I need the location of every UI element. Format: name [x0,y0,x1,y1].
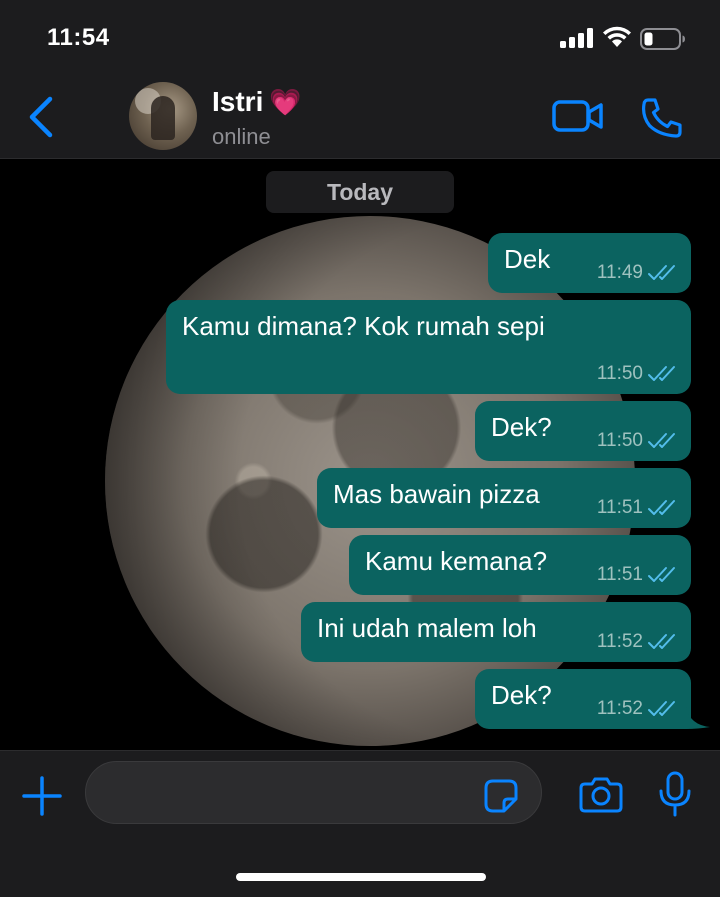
home-indicator [236,873,486,881]
message-time: 11:52 [596,698,643,719]
status-time: 11:54 [47,24,110,51]
message-input[interactable] [85,761,542,824]
message-meta: 11:50 [597,430,681,452]
contact-status: online [212,124,271,149]
input-bar [0,750,720,897]
message-time: 11:50 [596,363,643,384]
wifi-icon [603,26,631,47]
chat-header: Istri 💗 online [0,72,720,159]
bubble-tail [686,707,710,729]
contact-name-label: Istri [212,86,264,117]
message-bubble[interactable]: Kamu dimana? Kok rumah sepi 11:50 [166,300,691,394]
message-meta: 11:52 [597,698,681,720]
chat-area[interactable]: Today Dek 11:49 Kamu dimana? Kok rumah s… [0,159,720,750]
battery-icon [640,28,685,50]
plus-icon[interactable] [22,776,62,816]
message-time: 11:52 [596,631,643,652]
heart-emoji: 💗 [269,87,302,117]
message-text: Dek? [491,412,552,442]
message-meta: 11:52 [597,631,681,653]
date-separator: Today [266,171,454,213]
message-bubble[interactable]: Dek 11:49 [488,233,691,293]
sticker-icon[interactable] [483,778,519,814]
status-bar: 11:54 [0,0,720,72]
message-time: 11:51 [596,564,643,585]
message-text: Ini udah malem loh [317,613,537,643]
message-bubble[interactable]: Dek? 11:50 [475,401,691,461]
contact-name[interactable]: Istri 💗 [212,86,302,118]
message-bubble[interactable]: Kamu kemana? 11:51 [349,535,691,595]
read-ticks-icon [648,701,675,716]
message-bubble[interactable]: Dek? 11:52 [475,669,691,729]
read-ticks-icon [648,567,675,582]
message-meta: 11:49 [597,262,681,284]
cellular-signal-icon [560,28,594,48]
message-bubble[interactable]: Mas bawain pizza 11:51 [317,468,691,528]
message-meta: 11:51 [597,497,681,519]
back-chevron-icon[interactable] [26,96,56,138]
camera-icon[interactable] [579,775,623,813]
message-time: 11:50 [596,430,643,451]
phone-call-icon[interactable] [640,96,684,140]
message-meta: 11:51 [597,564,681,586]
message-text: Dek [504,244,551,274]
video-call-icon[interactable] [552,99,604,133]
message-meta: 11:50 [597,363,681,385]
message-text: Kamu kemana? [365,546,548,576]
message-text: Kamu dimana? Kok rumah sepi [182,311,545,341]
avatar[interactable] [129,82,197,150]
read-ticks-icon [648,500,675,515]
read-ticks-icon [648,433,675,448]
message-bubble[interactable]: Ini udah malem loh 11:52 [301,602,691,662]
read-ticks-icon [648,634,675,649]
read-ticks-icon [648,265,675,280]
message-time: 11:51 [596,497,643,518]
message-text: Dek? [491,680,552,710]
read-ticks-icon [648,366,675,381]
message-text: Mas bawain pizza [333,479,540,509]
message-time: 11:49 [596,262,643,283]
microphone-icon[interactable] [657,771,693,817]
